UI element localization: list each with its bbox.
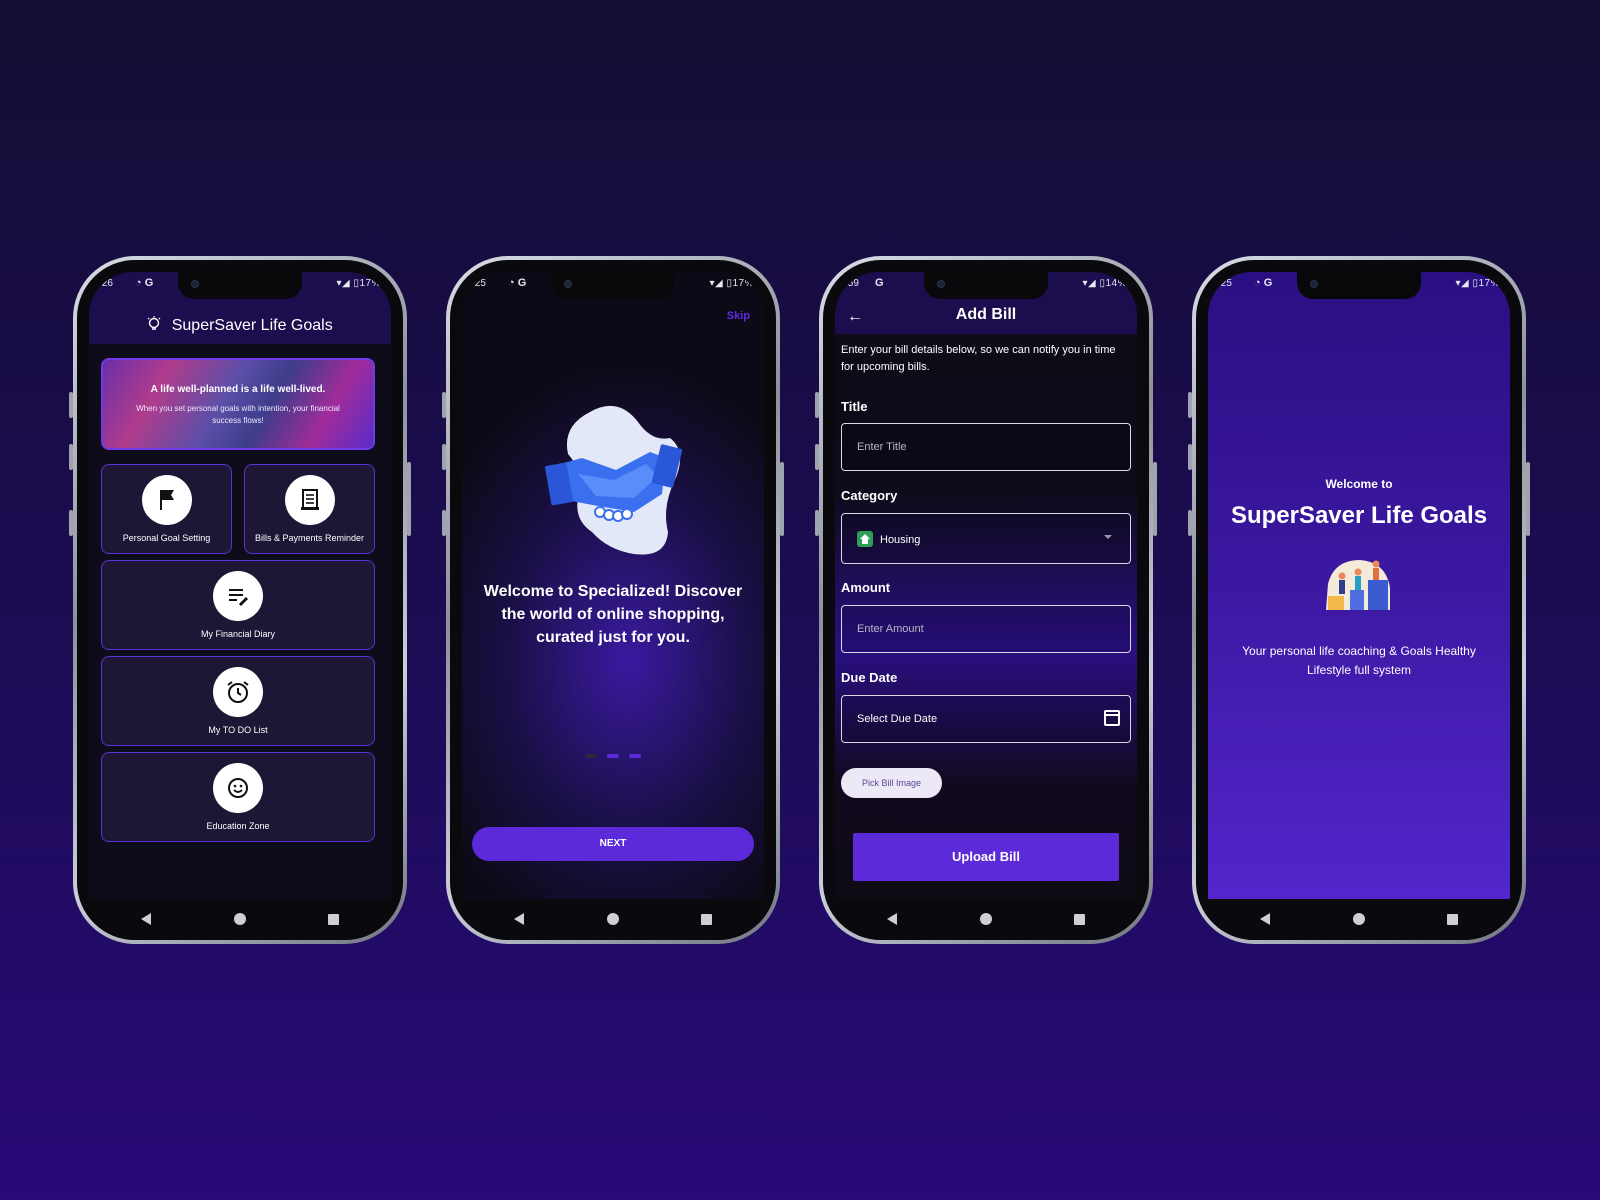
tile-label: Bills & Payments Reminder — [254, 533, 365, 543]
google-icon: ◔ G — [1254, 277, 1273, 289]
nav-back-icon[interactable] — [141, 913, 151, 925]
phone-home: :26 ◔ G ▾◢ ▯17% SuperSaver Life Goals A … — [69, 256, 411, 944]
android-nav-bar — [450, 899, 776, 940]
nav-recents-icon[interactable] — [1074, 914, 1085, 925]
pick-bill-image-button[interactable]: Pick Bill Image — [841, 768, 942, 798]
banner-headline: A life well-planned is a life well-lived… — [150, 384, 326, 395]
status-time: :25 — [1218, 278, 1232, 289]
status-time: :59 — [845, 278, 859, 289]
phone-splash: :25 ◔ G ▾◢ ▯17% Welcome to SuperSaver Li… — [1188, 256, 1530, 944]
handshake-illustration — [545, 405, 683, 555]
due-date-label: Due Date — [841, 670, 898, 685]
house-icon — [857, 531, 873, 547]
tile-my-financial-diary[interactable]: My Financial Diary — [101, 560, 375, 650]
phone-add-bill: :59 G ▾◢ ▯14% ← Add Bill Enter your bill… — [815, 256, 1157, 944]
nav-back-icon[interactable] — [887, 913, 897, 925]
notch — [551, 272, 675, 299]
category-label: Category — [841, 488, 898, 503]
nav-home-icon[interactable] — [607, 913, 619, 925]
page-dot-active — [629, 754, 642, 758]
google-icon: ◔ G — [508, 277, 527, 289]
amount-input[interactable]: Enter Amount — [841, 605, 1131, 653]
google-icon: G — [875, 277, 884, 289]
phone-onboarding: :25 ◔ G ▾◢ ▯17% Skip Welcome to Speciali… — [442, 256, 784, 944]
app-title: SuperSaver Life Goals — [89, 316, 391, 335]
notch — [1297, 272, 1421, 299]
phone-bezel: :25 ◔ G ▾◢ ▯17% Welcome to SuperSaver Li… — [1196, 260, 1522, 940]
status-battery: ▾◢ ▯17% — [336, 278, 381, 289]
nav-back-icon[interactable] — [1260, 913, 1270, 925]
page-dot — [584, 754, 597, 758]
android-nav-bar — [1196, 899, 1522, 940]
flag-icon — [141, 475, 192, 525]
tile-bills-payments-reminder[interactable]: Bills & Payments Reminder — [244, 464, 375, 554]
page-dot-active — [607, 754, 619, 758]
teamwork-illustration — [1326, 560, 1390, 610]
nav-home-icon[interactable] — [980, 913, 992, 925]
app-name-title: SuperSaver Life Goals — [1230, 502, 1488, 529]
tagline: Your personal life coaching & Goals Heal… — [1242, 644, 1476, 677]
chevron-down-icon — [1104, 535, 1112, 539]
category-value: Housing — [880, 534, 921, 546]
splash-screen: :25 ◔ G ▾◢ ▯17% Welcome to SuperSaver Li… — [1208, 272, 1510, 899]
upload-bill-button[interactable]: Upload Bill — [853, 833, 1119, 881]
page-title: Add Bill — [955, 306, 1017, 323]
status-time: :26 — [99, 278, 113, 289]
title-label: Title — [841, 399, 868, 414]
google-icon: ◔ G — [135, 277, 154, 289]
next-button[interactable]: NEXT — [472, 827, 754, 861]
tile-label: Personal Goal Setting — [122, 533, 211, 543]
notch — [178, 272, 302, 299]
phone-bezel: :26 ◔ G ▾◢ ▯17% SuperSaver Life Goals A … — [77, 260, 403, 940]
nav-back-icon[interactable] — [514, 913, 524, 925]
title-input[interactable]: Enter Title — [841, 423, 1131, 471]
skip-button[interactable]: Skip — [727, 310, 750, 322]
notes-edit-icon — [213, 571, 263, 621]
nav-recents-icon[interactable] — [1447, 914, 1458, 925]
page-indicator — [462, 745, 764, 763]
tile-label: My Financial Diary — [200, 629, 276, 639]
nav-recents-icon[interactable] — [701, 914, 712, 925]
nav-home-icon[interactable] — [1353, 913, 1365, 925]
status-battery: ▾◢ ▯17% — [1455, 278, 1500, 289]
tile-personal-goal-setting[interactable]: Personal Goal Setting — [101, 464, 232, 554]
status-battery: ▾◢ ▯14% — [1082, 278, 1127, 289]
front-camera — [564, 280, 572, 288]
tile-my-todo-list[interactable]: My TO DO List — [101, 656, 375, 746]
due-date-value: Select Due Date — [857, 713, 938, 725]
receipt-icon — [284, 475, 335, 525]
banner-text: When you set personal goals with intenti… — [136, 404, 340, 425]
quote-banner: A life well-planned is a life well-lived… — [101, 358, 375, 450]
front-camera — [1310, 280, 1318, 288]
lightbulb-icon — [147, 316, 161, 330]
android-nav-bar — [823, 899, 1149, 940]
welcome-label: Welcome to — [1325, 477, 1393, 491]
category-select[interactable]: Housing — [841, 513, 1131, 564]
onboarding-screen: :25 ◔ G ▾◢ ▯17% Skip Welcome to Speciali… — [462, 272, 764, 899]
phone-bezel: :25 ◔ G ▾◢ ▯17% Skip Welcome to Speciali… — [450, 260, 776, 940]
calendar-icon[interactable] — [1104, 710, 1120, 726]
app-title-text: SuperSaver Life Goals — [171, 317, 333, 334]
android-nav-bar — [77, 899, 403, 940]
home-screen: :26 ◔ G ▾◢ ▯17% SuperSaver Life Goals A … — [89, 272, 391, 899]
nav-recents-icon[interactable] — [328, 914, 339, 925]
add-bill-screen: :59 G ▾◢ ▯14% ← Add Bill Enter your bill… — [835, 272, 1137, 899]
tile-label: My TO DO List — [208, 725, 268, 735]
status-time: :25 — [472, 278, 486, 289]
tile-label: Education Zone — [206, 821, 270, 831]
smiley-icon — [213, 763, 263, 813]
front-camera — [937, 280, 945, 288]
due-date-picker[interactable]: Select Due Date — [841, 695, 1131, 743]
onboarding-message: Welcome to Specialized! Discover the wor… — [483, 583, 743, 646]
tile-education-zone[interactable]: Education Zone — [101, 752, 375, 842]
nav-home-icon[interactable] — [234, 913, 246, 925]
intro-text: Enter your bill details below, so we can… — [841, 344, 1116, 373]
phone-bezel: :59 G ▾◢ ▯14% ← Add Bill Enter your bill… — [823, 260, 1149, 940]
notch — [924, 272, 1048, 299]
status-battery: ▾◢ ▯17% — [709, 278, 754, 289]
alarm-clock-icon — [213, 667, 263, 717]
front-camera — [191, 280, 199, 288]
amount-label: Amount — [841, 580, 891, 595]
